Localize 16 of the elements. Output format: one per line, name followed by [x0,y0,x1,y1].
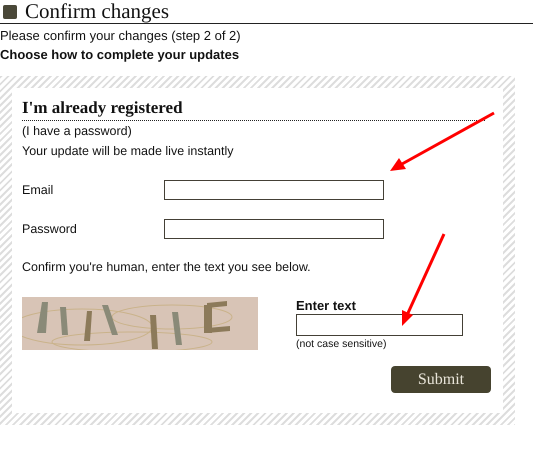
captcha-field[interactable] [296,314,463,336]
field-label: Email [22,183,54,197]
section-heading: I'm already registered [22,98,485,121]
captcha-hint: (not case sensitive) [296,338,388,350]
captcha-prompt: Confirm you're human, enter the text you see below. [22,259,312,276]
password-note: (I have a password) [22,123,133,140]
input-field[interactable] [164,180,384,200]
submit-button[interactable]: Submit [391,366,491,393]
info-text: Your update will be made live instantly [22,143,234,160]
field-label: Password [22,222,78,236]
input-field[interactable] [164,219,384,239]
captcha-label: Enter text [296,298,357,314]
square-icon [3,4,17,18]
intro-text: Please confirm your changes (step 2 of 2) [0,27,242,45]
page-title: Confirm changes [25,0,170,23]
subtitle: Choose how to complete your updates [0,46,240,64]
